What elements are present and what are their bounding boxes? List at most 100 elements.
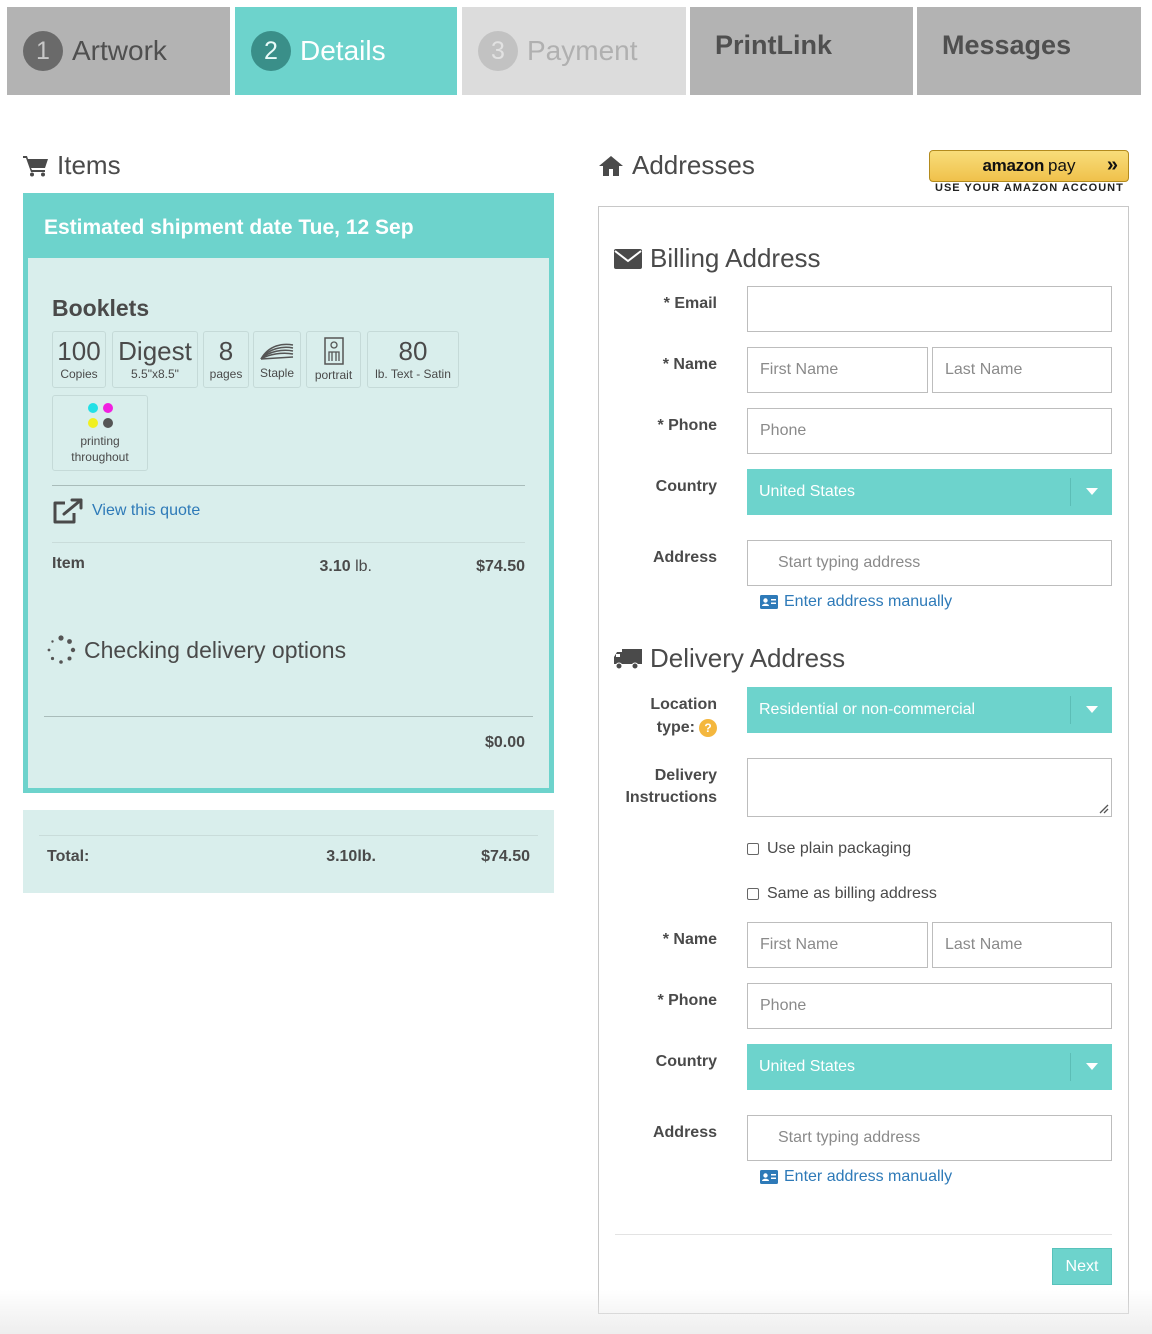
tab-payment[interactable]: 3 Payment: [462, 7, 686, 95]
item-row: Item 3.10 lb. $74.50: [52, 555, 525, 576]
billing-first-name-field[interactable]: First Name: [747, 347, 928, 393]
help-icon[interactable]: ?: [699, 718, 717, 737]
spec-binding-label: Staple: [259, 366, 295, 380]
billing-phone-field[interactable]: Phone: [747, 408, 1112, 454]
items-heading-text: Items: [57, 150, 121, 180]
delivery-cost: $0.00: [484, 734, 525, 751]
spec-size: Digest 5.5"x8.5": [112, 331, 198, 388]
tab-messages[interactable]: Messages: [917, 7, 1141, 95]
tab-printlink[interactable]: PrintLink: [690, 7, 913, 95]
delivery-name-label: * Name: [662, 931, 717, 948]
divider: [615, 1234, 1112, 1235]
addresses-heading-text: Addresses: [632, 150, 755, 180]
spec-paper-label: lb. Text - Satin: [375, 367, 451, 381]
location-type-select[interactable]: Residential or non-commercial: [747, 687, 1112, 733]
cyan-dot: [87, 402, 98, 413]
delivery-country-select[interactable]: United States: [747, 1044, 1112, 1090]
amazon-pay-text: pay: [1048, 156, 1076, 175]
spec-binding: Staple: [253, 331, 301, 388]
billing-last-name-field[interactable]: Last Name: [932, 347, 1112, 393]
delivery-instructions-label: Delivery Instructions: [597, 765, 717, 809]
billing-country-label: Country: [655, 478, 717, 495]
delivery-first-name-field[interactable]: First Name: [747, 922, 928, 968]
billing-enter-manually-label: Enter address manually: [784, 593, 953, 610]
same-as-billing-checkbox[interactable]: [747, 888, 759, 900]
billing-country-select[interactable]: United States: [747, 469, 1112, 515]
truck-icon: [614, 648, 642, 669]
next-button[interactable]: Next: [1052, 1248, 1112, 1285]
delivery-country-label: Country: [655, 1053, 717, 1070]
plain-packaging-checkbox[interactable]: [747, 843, 759, 855]
item-weight-unit: lb.: [355, 558, 372, 575]
delivery-enter-manually-link[interactable]: Enter address manually: [760, 1168, 952, 1186]
spec-size-label: 5.5"x8.5": [131, 367, 179, 381]
tab-payment-label: Payment: [527, 35, 638, 66]
total-label: Total:: [47, 848, 90, 865]
location-type-value: Residential or non-commercial: [759, 701, 976, 718]
spec-pages-value: 8: [218, 336, 234, 366]
tab-details[interactable]: 2 Details: [235, 7, 457, 95]
id-card-icon: [760, 1170, 778, 1184]
spec-printing: printing throughout: [52, 395, 148, 471]
yellow-dot: [87, 417, 98, 428]
cmyk-icon: [87, 402, 113, 428]
tab-artwork-label: Artwork: [72, 35, 167, 66]
spec-orientation-label: portrait: [314, 368, 353, 382]
billing-email-field[interactable]: [747, 286, 1112, 332]
billing-email-label: * Email: [663, 295, 717, 312]
step-tabs: 1 Artwork 2 Details 3 Payment PrintLink …: [7, 7, 1141, 95]
total-price: $74.50: [481, 848, 530, 865]
delivery-options-status: Checking delivery options: [46, 635, 346, 665]
divider: [39, 835, 538, 836]
shipment-date-banner: Estimated shipment date Tue, 12 Sep: [28, 198, 549, 258]
billing-name-label: * Name: [662, 356, 717, 373]
delivery-cost-row: $0.00: [44, 734, 525, 752]
delivery-enter-manually-label: Enter address manually: [784, 1168, 953, 1185]
item-row-weight: 3.10 lb.: [252, 555, 373, 576]
spec-copies-value: 100: [57, 336, 101, 366]
plain-packaging-option[interactable]: Use plain packaging: [747, 840, 911, 858]
same-as-billing-option[interactable]: Same as billing address: [747, 885, 937, 903]
chevron-down-icon: [1070, 478, 1112, 506]
view-quote-label: View this quote: [92, 502, 201, 519]
billing-address-field[interactable]: Start typing address: [747, 540, 1112, 586]
location-type-label-line2: type:: [656, 719, 695, 736]
chevron-down-icon: [1070, 1053, 1112, 1081]
tab-printlink-label: PrintLink: [715, 29, 833, 60]
black-dot: [102, 417, 113, 428]
resize-handle-icon[interactable]: [1097, 802, 1109, 814]
tab-artwork[interactable]: 1 Artwork: [7, 7, 230, 95]
staple-icon: [260, 343, 294, 360]
magenta-dot: [102, 402, 113, 413]
delivery-instructions-label-line2: Instructions: [625, 789, 717, 806]
delivery-phone-field[interactable]: Phone: [747, 983, 1112, 1029]
item-weight-value: 3.10: [319, 558, 351, 575]
items-heading: Items: [23, 150, 121, 181]
external-link-icon: [53, 498, 83, 524]
delivery-phone-label: * Phone: [657, 992, 717, 1009]
billing-address-label: Address: [652, 549, 717, 566]
delivery-last-name-field[interactable]: Last Name: [932, 922, 1112, 968]
divider: [52, 542, 525, 543]
view-quote-link[interactable]: View this quote: [52, 497, 200, 525]
item-row-price: $74.50: [476, 558, 525, 575]
delivery-options-text: Checking delivery options: [84, 636, 347, 663]
billing-heading: Billing Address: [614, 243, 821, 274]
total-row: Total: 3.10lb. $74.50: [47, 848, 530, 866]
divider: [44, 716, 533, 717]
spec-printing-line1: printing: [80, 433, 120, 448]
id-card-icon: [760, 595, 778, 609]
spec-pages: 8 pages: [203, 331, 249, 388]
billing-enter-manually-link[interactable]: Enter address manually: [760, 593, 952, 611]
billing-phone-label: * Phone: [657, 417, 717, 434]
tab-messages-label: Messages: [942, 29, 1072, 60]
spec-pages-label: pages: [209, 367, 243, 381]
amazon-pay-button[interactable]: amazon pay »: [929, 150, 1129, 182]
delivery-address-field[interactable]: Start typing address: [747, 1115, 1112, 1161]
spec-size-value: Digest: [118, 336, 192, 366]
delivery-instructions-textarea[interactable]: [747, 758, 1112, 817]
amazon-logo: amazon: [982, 156, 1045, 175]
step-number-1: 1: [23, 31, 63, 71]
tab-details-label: Details: [300, 35, 386, 66]
billing-country-value: United States: [759, 483, 856, 500]
